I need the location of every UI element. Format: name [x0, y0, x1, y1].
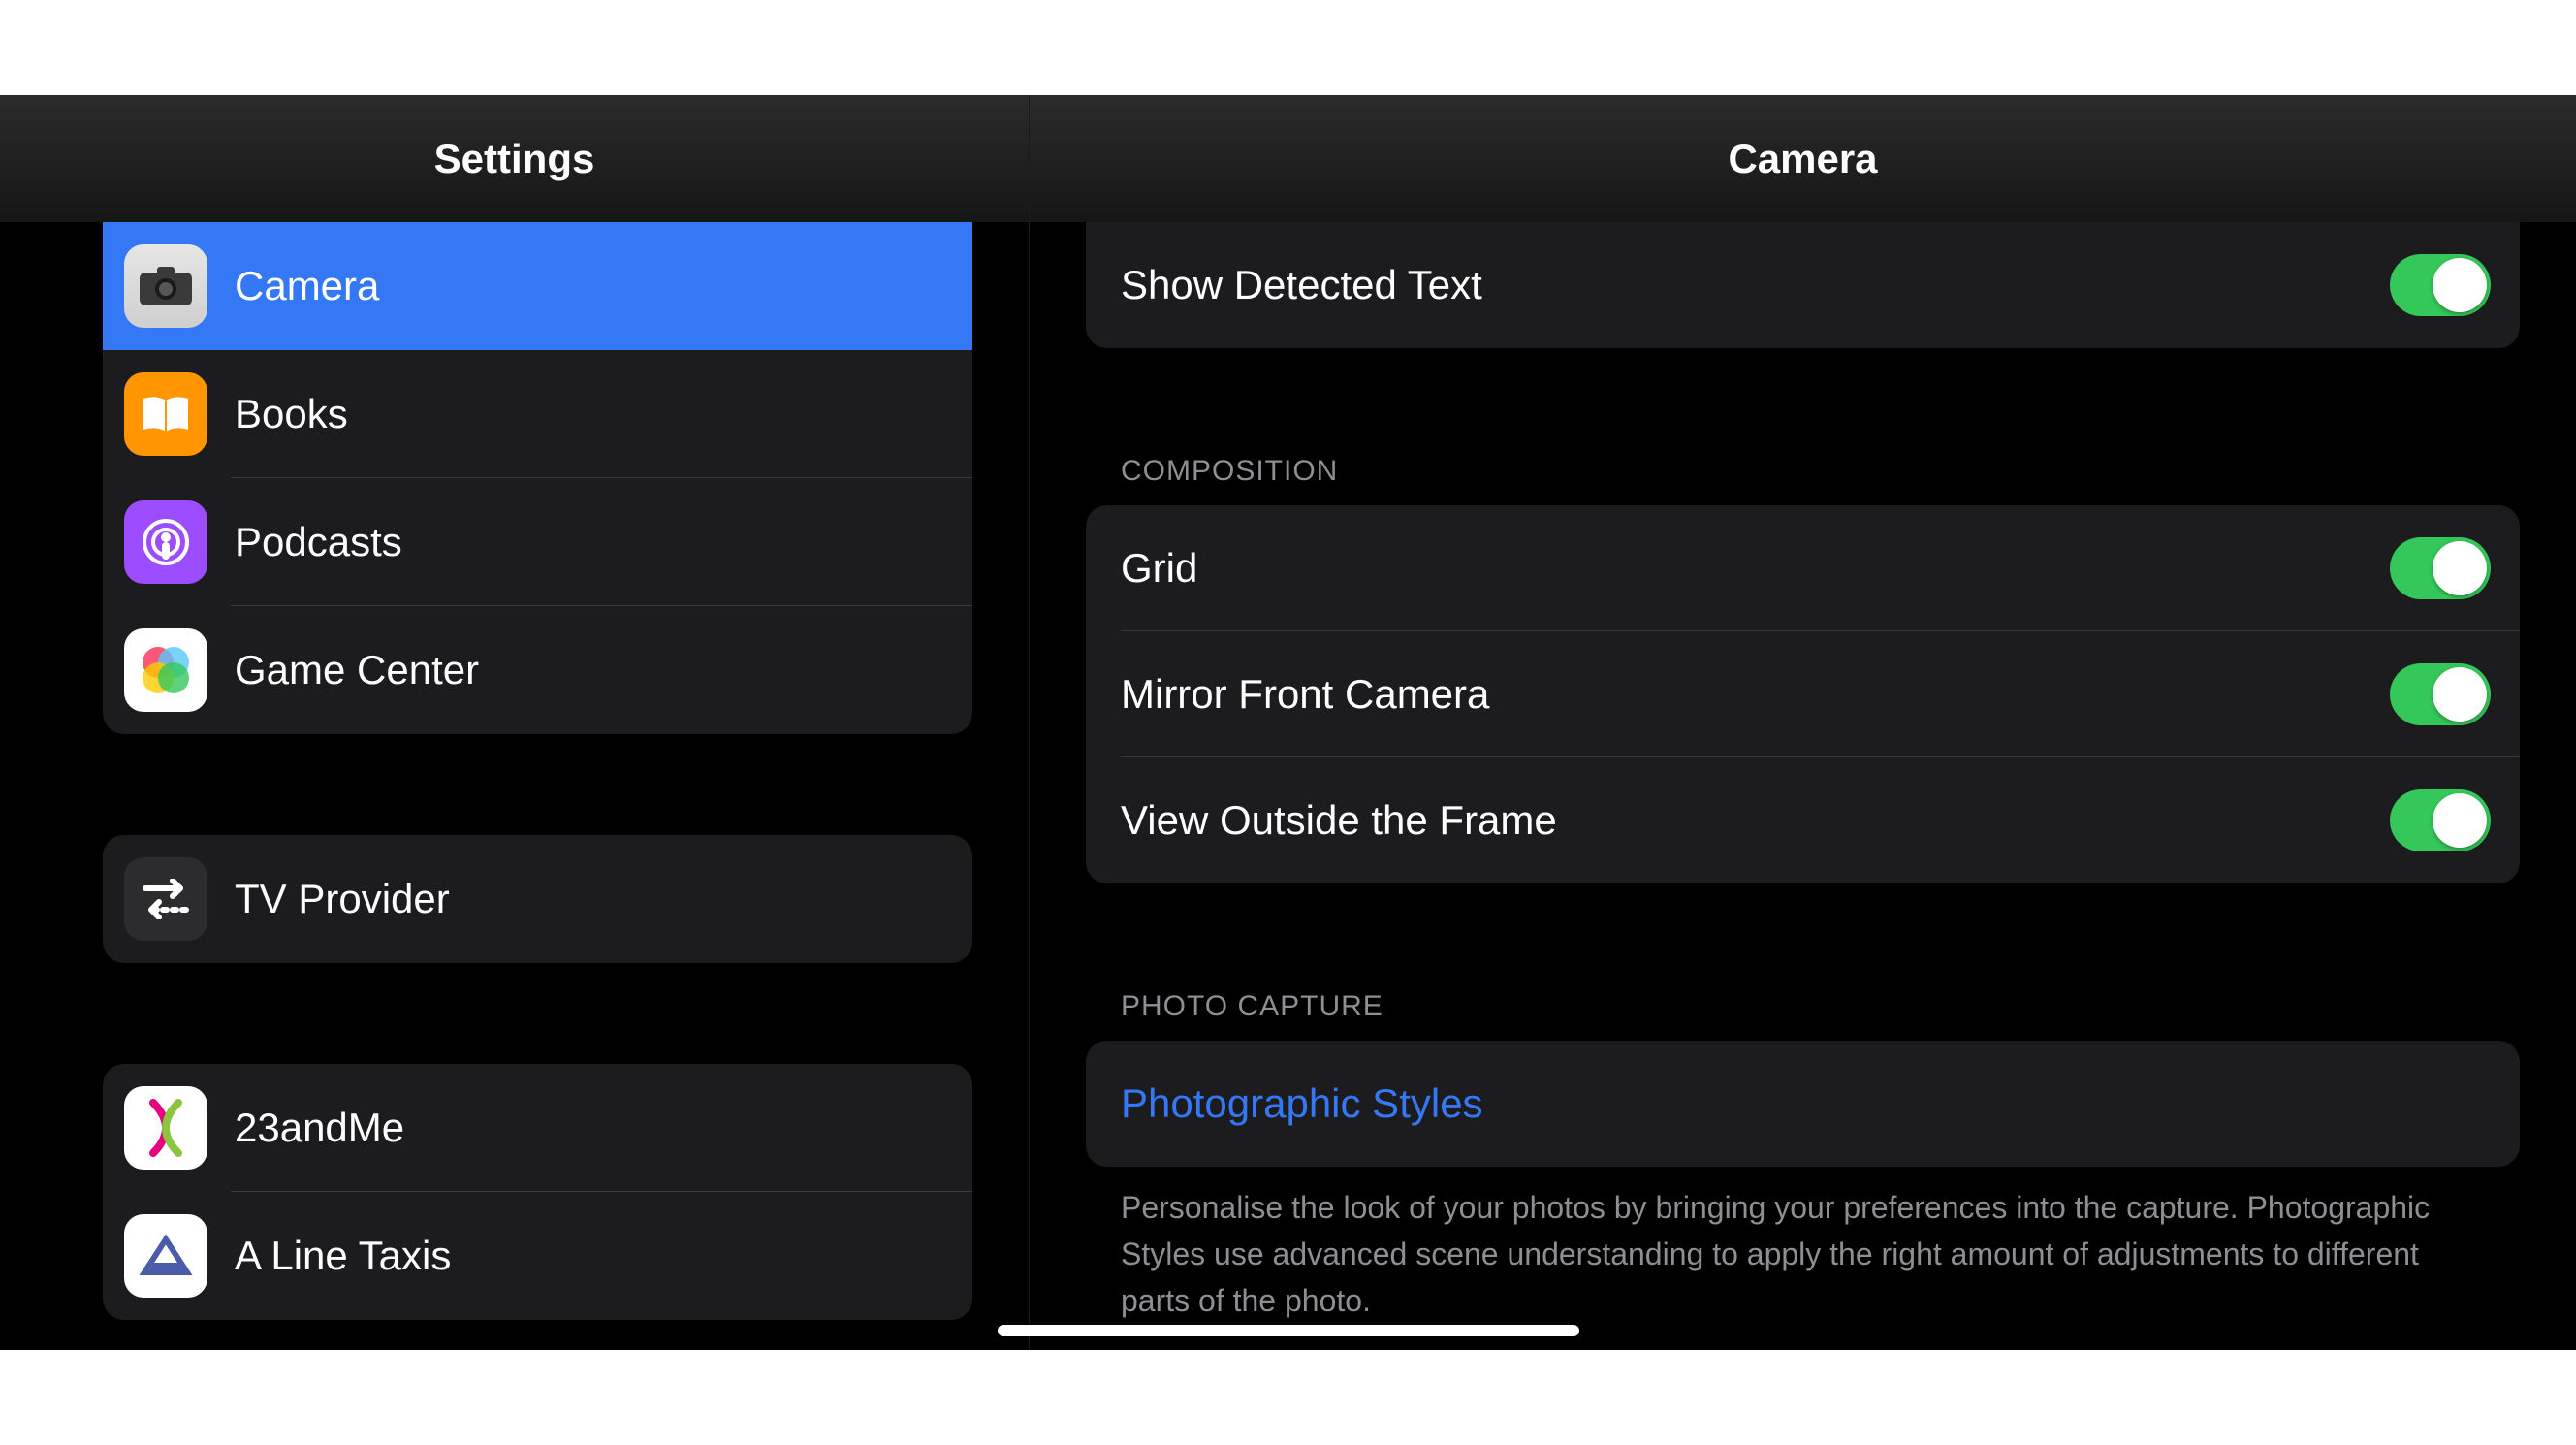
sidebar-item-tvprovider[interactable]: TV Provider — [103, 835, 972, 963]
setting-label: Grid — [1121, 545, 1197, 592]
sidebar: Settings Camera Books — [0, 95, 1030, 1350]
sidebar-item-label: Game Center — [235, 647, 479, 693]
setting-show-detected-text[interactable]: Show Detected Text — [1086, 222, 2520, 348]
tvprovider-icon — [124, 857, 207, 941]
sidebar-item-gamecenter[interactable]: Game Center — [103, 606, 972, 734]
sidebar-item-podcasts[interactable]: Podcasts — [103, 478, 972, 606]
section-footer-photo-capture: Personalise the look of your photos by b… — [1086, 1167, 2520, 1324]
detail-title: Camera — [1030, 95, 2576, 222]
sidebar-item-label: Podcasts — [235, 519, 402, 565]
camera-icon — [124, 244, 207, 328]
books-icon — [124, 372, 207, 456]
letterbox-bottom — [0, 1350, 2576, 1445]
setting-label: View Outside the Frame — [1121, 797, 1557, 844]
sidebar-item-label: Camera — [235, 263, 379, 309]
toggle-switch[interactable] — [2390, 254, 2491, 316]
sidebar-item-alinetaxis[interactable]: A Line Taxis — [103, 1192, 972, 1320]
detail-pane: Camera Show Detected Text COMPOSITION Gr… — [1030, 95, 2576, 1350]
dna-icon — [124, 1086, 207, 1170]
settings-screen: Settings Camera Books — [0, 95, 2576, 1350]
detail-group: Photographic Styles — [1086, 1041, 2520, 1167]
setting-label: Mirror Front Camera — [1121, 671, 1489, 718]
sidebar-item-label: 23andMe — [235, 1105, 404, 1151]
toggle-switch[interactable] — [2390, 789, 2491, 851]
detail-list[interactable]: Show Detected Text COMPOSITION Grid Mirr… — [1030, 222, 2576, 1350]
setting-label: Photographic Styles — [1121, 1080, 1483, 1127]
sidebar-item-23andme[interactable]: 23andMe — [103, 1064, 972, 1192]
section-header-composition: COMPOSITION — [1086, 455, 2520, 505]
sidebar-group: 23andMe A Line Taxis — [103, 1064, 972, 1320]
sidebar-item-books[interactable]: Books — [103, 350, 972, 478]
sidebar-item-label: A Line Taxis — [235, 1233, 451, 1279]
sidebar-group: TV Provider — [103, 835, 972, 963]
section-header-photo-capture: PHOTO CAPTURE — [1086, 990, 2520, 1041]
setting-label: Show Detected Text — [1121, 262, 1482, 308]
sidebar-list[interactable]: Camera Books Podcasts — [0, 222, 1029, 1350]
sidebar-item-label: TV Provider — [235, 876, 450, 922]
sidebar-group: Camera Books Podcasts — [103, 222, 972, 734]
toggle-switch[interactable] — [2390, 663, 2491, 725]
setting-photographic-styles[interactable]: Photographic Styles — [1086, 1041, 2520, 1167]
toggle-switch[interactable] — [2390, 537, 2491, 599]
setting-view-outside-frame[interactable]: View Outside the Frame — [1086, 757, 2520, 883]
sidebar-title: Settings — [0, 95, 1029, 222]
detail-group: Grid Mirror Front Camera View Outside th… — [1086, 505, 2520, 883]
home-indicator[interactable] — [998, 1325, 1579, 1336]
gamecenter-icon — [124, 628, 207, 712]
setting-mirror-front-camera[interactable]: Mirror Front Camera — [1086, 631, 2520, 757]
alinetaxis-icon — [124, 1214, 207, 1298]
detail-group: Show Detected Text — [1086, 222, 2520, 348]
sidebar-item-label: Books — [235, 391, 348, 437]
sidebar-item-camera[interactable]: Camera — [103, 222, 972, 350]
letterbox-top — [0, 0, 2576, 95]
setting-grid[interactable]: Grid — [1086, 505, 2520, 631]
podcasts-icon — [124, 500, 207, 584]
